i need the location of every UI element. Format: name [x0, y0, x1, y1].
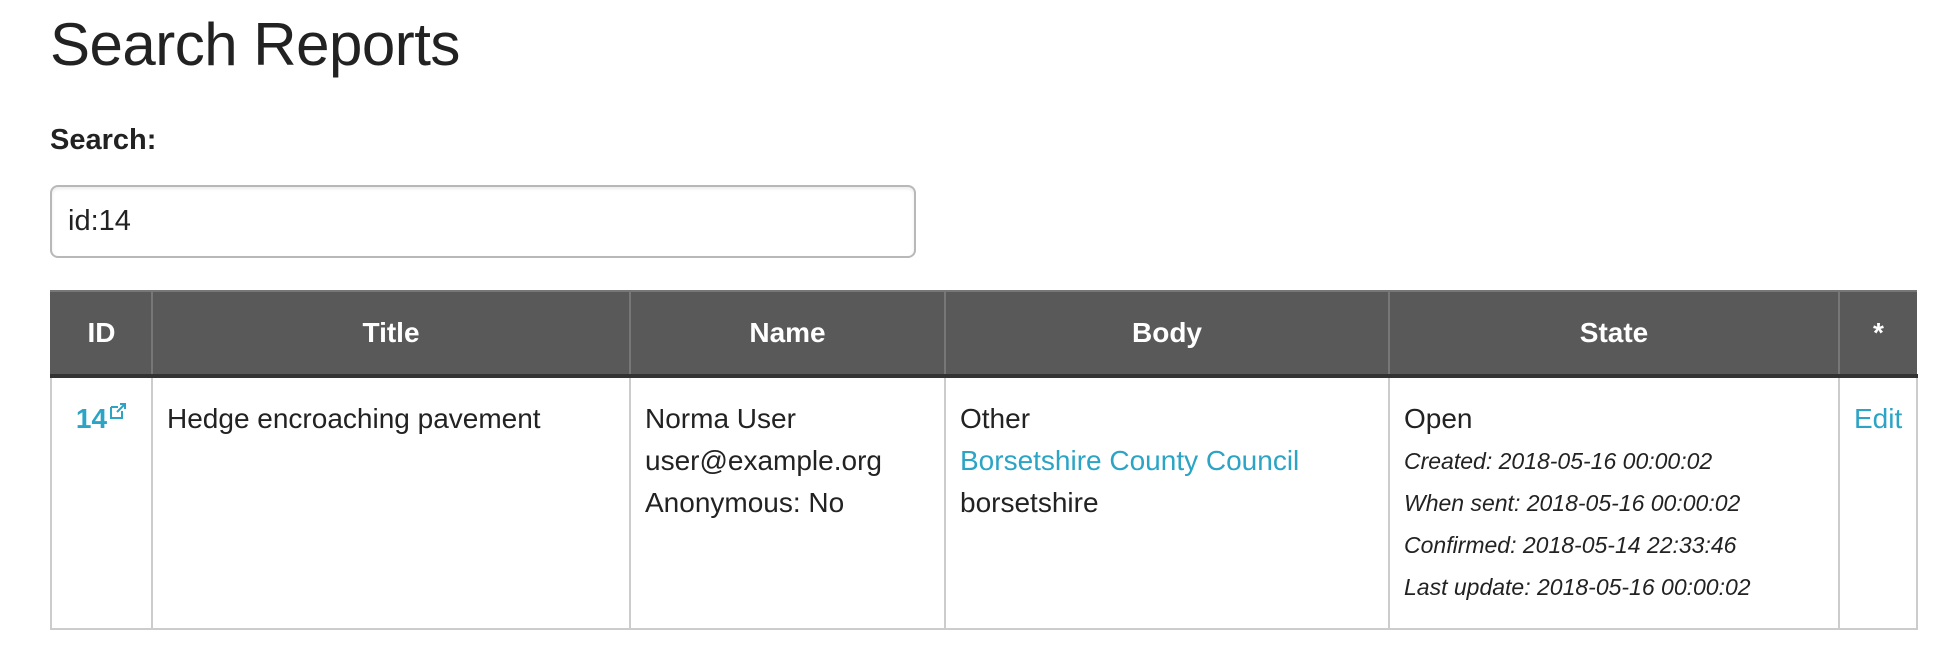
report-id-link[interactable]: 14 [76, 403, 107, 434]
column-header-actions: * [1838, 290, 1917, 378]
table-header-row: ID Title Name Body State * [50, 290, 1917, 378]
cell-state: Open Created: 2018-05-16 00:00:02 When s… [1388, 375, 1840, 630]
report-category: Other [960, 403, 1031, 434]
report-title: Hedge encroaching pavement [167, 403, 541, 434]
cell-name: Norma User user@example.org Anonymous: N… [629, 375, 946, 630]
cell-body: Other Borsetshire County Council borsets… [944, 375, 1390, 630]
edit-link[interactable]: Edit [1854, 403, 1902, 434]
sent-date: When sent: 2018-05-16 00:00:02 [1404, 490, 1741, 516]
table-row: 14 Hedge encroaching pavement Norma User… [50, 375, 1918, 630]
column-header-title[interactable]: Title [151, 290, 630, 378]
cell-actions: Edit [1838, 375, 1918, 630]
column-header-state[interactable]: State [1388, 290, 1839, 378]
reporter-name: Norma User [645, 403, 796, 434]
column-header-body[interactable]: Body [944, 290, 1389, 378]
cell-id: 14 [50, 375, 153, 630]
last-update-date: Last update: 2018-05-16 00:00:02 [1404, 574, 1751, 600]
column-header-id[interactable]: ID [50, 290, 152, 378]
search-label: Search: [50, 124, 157, 156]
reporter-email: user@example.org [645, 445, 882, 476]
report-status: Open [1404, 403, 1473, 434]
area-name: borsetshire [960, 487, 1099, 518]
external-link-icon[interactable] [109, 402, 127, 420]
column-header-name[interactable]: Name [629, 290, 945, 378]
anonymous-status: Anonymous: No [645, 487, 845, 518]
created-date: Created: 2018-05-16 00:00:02 [1404, 448, 1713, 474]
confirmed-date: Confirmed: 2018-05-14 22:33:46 [1404, 532, 1737, 558]
reports-table: ID Title Name Body State * 14 Hedge encr… [50, 290, 1918, 630]
page-title: Search Reports [50, 11, 460, 78]
council-link[interactable]: Borsetshire County Council [960, 440, 1374, 482]
cell-title: Hedge encroaching pavement [151, 375, 631, 630]
search-input[interactable] [50, 185, 916, 258]
